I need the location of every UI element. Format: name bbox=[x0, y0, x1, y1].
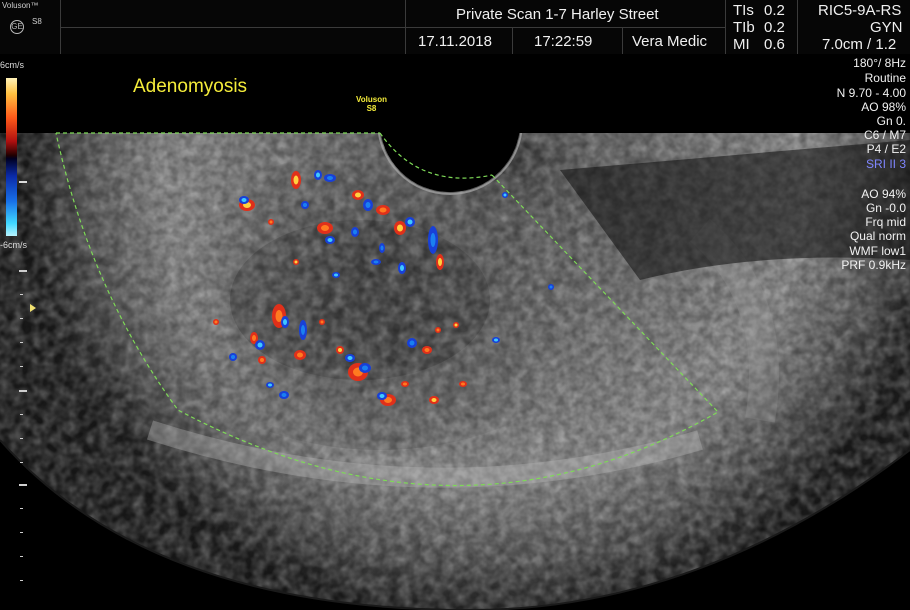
doppler-signal bbox=[336, 346, 344, 354]
doppler-signal bbox=[548, 284, 554, 290]
doppler-signal bbox=[394, 221, 406, 235]
doppler-signal bbox=[398, 262, 406, 274]
doppler-signal bbox=[325, 236, 335, 244]
depth-readout: 7.0cm / 1.2 bbox=[822, 36, 897, 53]
doppler-signal bbox=[363, 199, 373, 211]
probe-name: RIC5-9A-RS bbox=[818, 2, 902, 19]
param-color-quality: Qual norm bbox=[849, 229, 906, 243]
doppler-signal bbox=[352, 190, 364, 200]
exam-time: 17:22:59 bbox=[534, 33, 593, 50]
doppler-signal bbox=[351, 227, 359, 237]
velocity-scale-min: -6cm/s bbox=[0, 240, 27, 250]
tib-value: 0.2 bbox=[764, 19, 785, 36]
doppler-signal bbox=[379, 243, 385, 253]
doppler-signal bbox=[435, 327, 441, 333]
mini-logo: Voluson S8 bbox=[356, 95, 387, 113]
doppler-signal bbox=[294, 350, 306, 360]
color-velocity-bar bbox=[6, 78, 17, 236]
application-preset: GYN bbox=[870, 19, 903, 36]
doppler-signal bbox=[314, 170, 322, 180]
doppler-signal bbox=[422, 346, 432, 354]
param-angle-framerate: 180°/ 8Hz bbox=[853, 56, 906, 70]
param-color-gain: Gn -0.0 bbox=[865, 201, 906, 215]
param-wall-motion-filter: WMF low1 bbox=[849, 244, 906, 258]
doppler-signal bbox=[376, 205, 390, 215]
institution-name: Private Scan 1-7 Harley Street bbox=[456, 6, 659, 23]
doppler-signal bbox=[299, 320, 307, 340]
doppler-signal bbox=[281, 316, 289, 328]
doppler-signal bbox=[453, 322, 459, 328]
focus-marker-icon[interactable] bbox=[30, 304, 36, 312]
doppler-signal bbox=[377, 392, 387, 400]
ultrasound-screen: Voluson™ S8 GE Private Scan 1-7 Harley S… bbox=[0, 0, 910, 610]
mini-logo-brand: Voluson bbox=[356, 95, 387, 104]
doppler-signal bbox=[229, 353, 237, 361]
doppler-signal bbox=[345, 354, 355, 362]
doppler-signal bbox=[324, 174, 336, 182]
tis-value: 0.2 bbox=[764, 2, 785, 19]
doppler-signal bbox=[291, 171, 301, 189]
doppler-signal bbox=[213, 319, 219, 325]
mi-label: MI bbox=[733, 36, 750, 53]
doppler-signal bbox=[293, 259, 299, 265]
param-prf: PRF 0.9kHz bbox=[841, 258, 906, 272]
doppler-signal bbox=[279, 391, 289, 399]
operator-name: Vera Medic bbox=[632, 33, 708, 50]
param-gain: Gn 0. bbox=[876, 114, 906, 128]
doppler-signal bbox=[401, 381, 409, 387]
annotation-label[interactable]: Adenomyosis bbox=[133, 76, 247, 98]
voluson-logo: Voluson™ S8 GE bbox=[2, 0, 62, 50]
exam-date: 17.11.2018 bbox=[418, 33, 492, 50]
header-bar: Voluson™ S8 GE Private Scan 1-7 Harley S… bbox=[0, 0, 910, 54]
doppler-signal bbox=[436, 254, 444, 270]
param-sri: SRI II 3 bbox=[865, 157, 906, 171]
model-label: S8 bbox=[32, 17, 42, 26]
doppler-signal bbox=[319, 319, 325, 325]
doppler-signal bbox=[255, 340, 265, 350]
param-acoustic-output: AO 98% bbox=[861, 100, 906, 114]
param-frequency: N 9.70 - 4.00 bbox=[836, 86, 906, 100]
doppler-signal bbox=[428, 226, 438, 254]
velocity-baseline-marker bbox=[19, 181, 27, 183]
tib-label: TIb bbox=[733, 19, 755, 36]
doppler-signal bbox=[268, 219, 274, 225]
doppler-signal bbox=[317, 222, 333, 234]
doppler-signal bbox=[371, 259, 381, 265]
doppler-signal bbox=[407, 338, 417, 348]
ge-logo-icon: GE bbox=[10, 20, 24, 34]
param-color-acoustic-output: AO 94% bbox=[861, 187, 906, 201]
doppler-signal bbox=[405, 217, 415, 227]
tis-label: TIs bbox=[733, 2, 754, 19]
doppler-signal bbox=[502, 192, 508, 198]
doppler-signal bbox=[332, 272, 340, 278]
param-preset: Routine bbox=[864, 71, 906, 85]
brand-label: Voluson™ bbox=[2, 1, 39, 10]
doppler-signal bbox=[359, 363, 371, 373]
doppler-signal bbox=[459, 381, 467, 387]
param-contrast-map: C6 / M7 bbox=[863, 128, 906, 142]
doppler-signal bbox=[301, 201, 309, 209]
doppler-signal bbox=[258, 356, 266, 364]
doppler-signal bbox=[492, 337, 500, 343]
param-persistence-enhance: P4 / E2 bbox=[866, 142, 906, 156]
mi-value: 0.6 bbox=[764, 36, 785, 53]
mini-logo-model: S8 bbox=[366, 104, 377, 113]
doppler-signal bbox=[266, 382, 274, 388]
doppler-signal bbox=[239, 196, 249, 204]
velocity-scale-max: 6cm/s bbox=[0, 60, 25, 70]
param-color-frequency: Frq mid bbox=[865, 215, 906, 229]
doppler-signal bbox=[429, 396, 439, 404]
